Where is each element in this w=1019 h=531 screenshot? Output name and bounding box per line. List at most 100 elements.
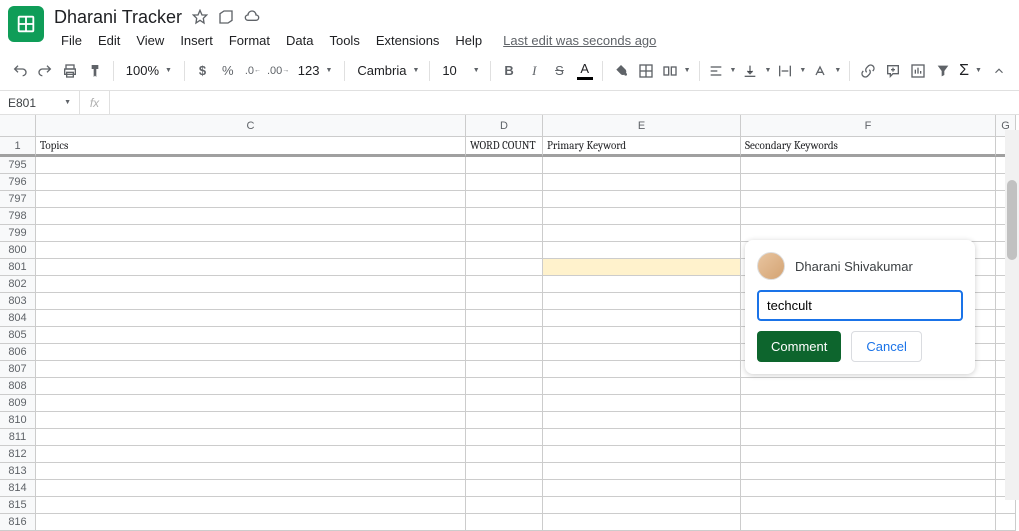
cell[interactable] [543, 242, 741, 259]
collapse-toolbar-button[interactable] [988, 59, 1011, 83]
cell[interactable] [543, 310, 741, 327]
cell[interactable] [543, 293, 741, 310]
cloud-saved-icon[interactable] [244, 9, 260, 25]
borders-button[interactable] [634, 59, 657, 83]
menu-file[interactable]: File [54, 30, 89, 51]
row-header[interactable]: 811 [0, 429, 36, 446]
row-header[interactable]: 805 [0, 327, 36, 344]
menu-extensions[interactable]: Extensions [369, 30, 447, 51]
move-icon[interactable] [218, 9, 234, 25]
undo-button[interactable] [8, 59, 31, 83]
cell[interactable] [741, 463, 996, 480]
cell[interactable] [543, 225, 741, 242]
cell[interactable] [466, 242, 543, 259]
cell[interactable] [543, 191, 741, 208]
filter-button[interactable] [932, 59, 955, 83]
vertical-scrollbar[interactable] [1005, 130, 1019, 500]
sheets-logo[interactable] [8, 6, 44, 42]
row-header[interactable]: 808 [0, 378, 36, 395]
row-header[interactable]: 799 [0, 225, 36, 242]
bold-button[interactable]: B [497, 59, 520, 83]
cell[interactable] [36, 310, 466, 327]
row-header[interactable]: 806 [0, 344, 36, 361]
cell[interactable] [466, 225, 543, 242]
row-header[interactable]: 798 [0, 208, 36, 225]
cell[interactable] [36, 293, 466, 310]
comment-input[interactable] [757, 290, 963, 321]
row-header[interactable]: 797 [0, 191, 36, 208]
cell[interactable] [466, 293, 543, 310]
italic-button[interactable]: I [523, 59, 546, 83]
cell[interactable] [36, 395, 466, 412]
cell[interactable] [543, 174, 741, 191]
cell[interactable] [466, 463, 543, 480]
cell[interactable] [466, 378, 543, 395]
cell[interactable] [36, 208, 466, 225]
row-header[interactable]: 814 [0, 480, 36, 497]
row-header[interactable]: 801 [0, 259, 36, 276]
cell[interactable] [36, 361, 466, 378]
cell[interactable] [36, 429, 466, 446]
text-rotation-button[interactable]: ▼ [810, 59, 843, 83]
comment-cancel-button[interactable]: Cancel [851, 331, 921, 362]
row-header[interactable]: 802 [0, 276, 36, 293]
formula-bar[interactable] [110, 91, 1019, 114]
cell[interactable] [543, 395, 741, 412]
cell[interactable] [36, 191, 466, 208]
menu-view[interactable]: View [129, 30, 171, 51]
header-cell[interactable]: Primary Keyword [543, 137, 741, 157]
cell[interactable] [36, 446, 466, 463]
row-header[interactable]: 804 [0, 310, 36, 327]
cell[interactable] [466, 446, 543, 463]
cell[interactable] [466, 157, 543, 174]
cell[interactable] [36, 463, 466, 480]
doc-title[interactable]: Dharani Tracker [54, 7, 182, 28]
cell[interactable] [36, 327, 466, 344]
menu-edit[interactable]: Edit [91, 30, 127, 51]
cell[interactable] [741, 514, 996, 531]
insert-chart-button[interactable] [907, 59, 930, 83]
cell[interactable] [466, 480, 543, 497]
decrease-decimals-button[interactable]: .0← [241, 59, 264, 83]
cell[interactable] [543, 378, 741, 395]
column-header-F[interactable]: F [741, 115, 996, 137]
percent-button[interactable]: % [216, 59, 239, 83]
font-size-select[interactable]: 10▼ [436, 59, 484, 83]
cell[interactable] [466, 310, 543, 327]
cell[interactable] [466, 344, 543, 361]
horizontal-align-button[interactable]: ▼ [706, 59, 739, 83]
menu-format[interactable]: Format [222, 30, 277, 51]
menu-data[interactable]: Data [279, 30, 320, 51]
cell[interactable] [741, 378, 996, 395]
row-header[interactable]: 803 [0, 293, 36, 310]
row-header[interactable]: 812 [0, 446, 36, 463]
column-header-D[interactable]: D [466, 115, 543, 137]
row-header[interactable]: 796 [0, 174, 36, 191]
row-header[interactable]: 807 [0, 361, 36, 378]
row-header[interactable]: 813 [0, 463, 36, 480]
row-header[interactable]: 810 [0, 412, 36, 429]
redo-button[interactable] [33, 59, 56, 83]
row-header[interactable]: 816 [0, 514, 36, 531]
cell[interactable] [741, 174, 996, 191]
cell[interactable] [466, 174, 543, 191]
header-cell[interactable]: Secondary Keywords [741, 137, 996, 157]
functions-button[interactable]: Σ▼ [957, 59, 984, 83]
increase-decimals-button[interactable]: .00→ [267, 59, 290, 83]
cell[interactable] [543, 446, 741, 463]
cell[interactable] [466, 395, 543, 412]
fill-color-button[interactable] [609, 59, 632, 83]
cell[interactable] [543, 412, 741, 429]
cell[interactable] [466, 429, 543, 446]
cell[interactable] [741, 157, 996, 174]
cell[interactable] [543, 327, 741, 344]
menu-tools[interactable]: Tools [322, 30, 366, 51]
cell[interactable] [741, 446, 996, 463]
cell[interactable] [36, 242, 466, 259]
cell[interactable] [466, 276, 543, 293]
cell[interactable] [543, 463, 741, 480]
row-header[interactable]: 809 [0, 395, 36, 412]
select-all-corner[interactable] [0, 115, 36, 137]
cell[interactable] [466, 412, 543, 429]
name-box[interactable]: E801▼ [0, 91, 80, 114]
